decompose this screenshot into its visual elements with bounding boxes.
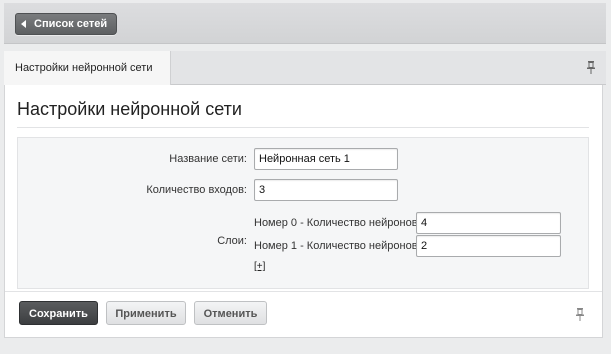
toolbar: Список сетей [4,3,606,44]
pin-icon[interactable] [575,307,585,321]
pin-icon[interactable] [586,60,596,74]
tab-strip: Настройки нейронной сети [4,51,606,85]
network-name-label: Название сети: [169,153,247,165]
layer-1-neurons-input[interactable] [416,235,561,257]
tab-label: Настройки нейронной сети [15,62,153,74]
back-to-networks-button[interactable]: Список сетей [15,13,117,35]
add-layer-link[interactable]: [+] [254,261,265,272]
footer-divider [5,291,602,292]
layers-label: Слои: [217,235,247,247]
back-button-label: Список сетей [34,18,108,30]
cancel-button[interactable]: Отменить [194,301,267,325]
tab-network-settings[interactable]: Настройки нейронной сети [4,51,171,85]
title-divider [17,127,589,128]
settings-form: Название сети: Количество входов: Слои: … [17,137,589,289]
layer-1-label: Номер 1 - Количество нейронов: [254,240,421,252]
layer-0-neurons-input[interactable] [416,212,561,234]
save-button[interactable]: Сохранить [19,301,98,325]
apply-button[interactable]: Применить [106,301,186,325]
layer-0-label: Номер 0 - Количество нейронов: [254,217,421,229]
arrow-left-icon [21,20,26,28]
network-name-input[interactable] [254,148,398,170]
page-title: Настройки нейронной сети [17,99,242,119]
settings-panel: Настройки нейронной сети Название сети: … [4,85,603,338]
inputs-count-label: Количество входов: [146,184,247,196]
inputs-count-input[interactable] [254,179,398,201]
